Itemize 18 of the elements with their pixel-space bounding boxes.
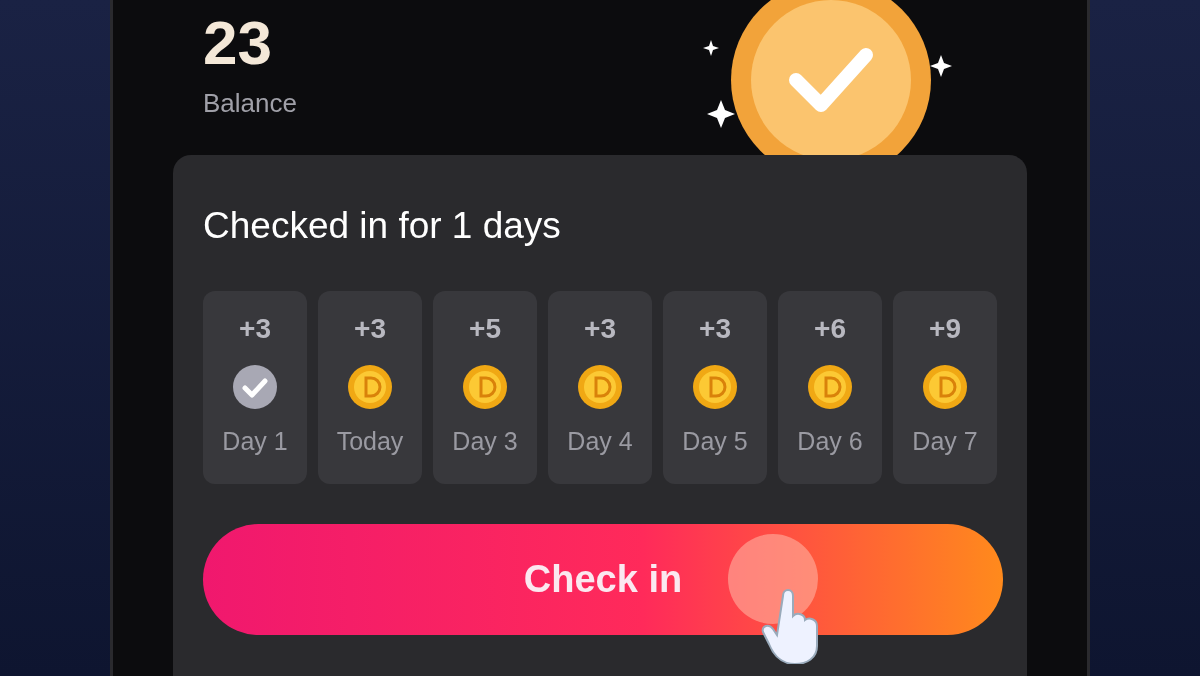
reward-amount: +3 [584,312,616,346]
day-label: Day 5 [682,427,748,456]
day-label: Day 6 [797,427,863,456]
reward-amount: +9 [929,312,961,346]
day-label: Day 3 [452,427,518,456]
reward-amount: +3 [239,312,271,346]
day-label: Day 7 [912,427,978,456]
day-label: Today [336,427,404,456]
reward-amount: +3 [699,312,731,346]
check-in-button[interactable]: Check in [203,524,1003,635]
balance-label: Balance [203,88,297,119]
day-label: Day 1 [222,427,288,456]
day-label: Day 4 [567,427,633,456]
checkin-status: Checked in for 1 days [203,205,562,247]
reward-amount: +6 [814,312,846,346]
reward-amount: +3 [354,312,386,346]
reward-amount: +5 [469,312,501,346]
balance-amount: 23 [203,8,273,78]
